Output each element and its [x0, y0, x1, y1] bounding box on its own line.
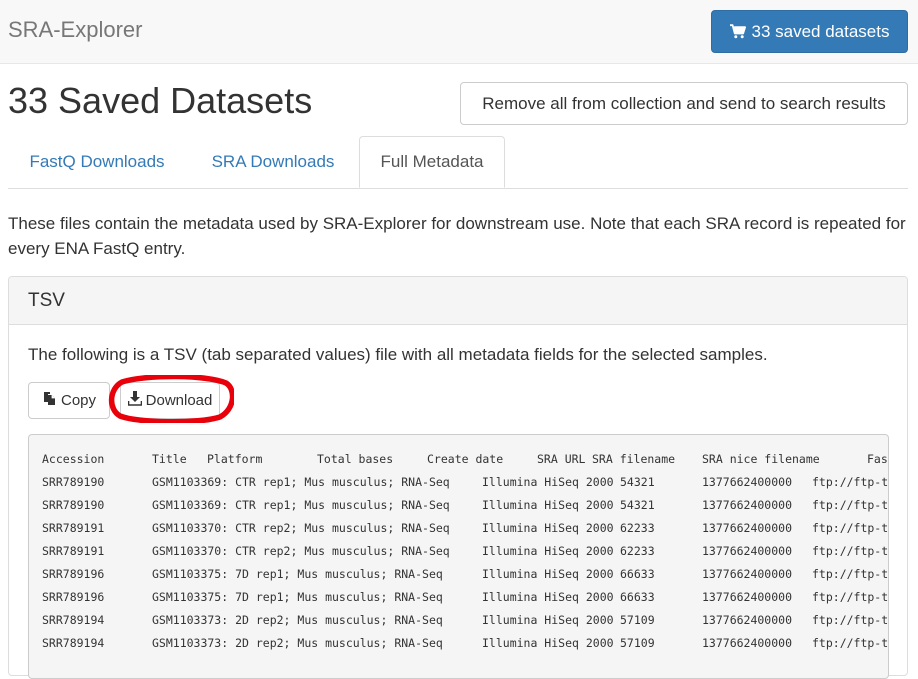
- tsv-cell: GSM1103369: CTR rep1; Mus musculus; RNA-…: [152, 475, 450, 489]
- tsv-panel-text: The following is a TSV (tab separated va…: [28, 345, 768, 364]
- tsv-cell: SRR789190: [42, 475, 105, 489]
- tsv-cell: SRR789196: [42, 590, 105, 604]
- tsv-col-sra-filename: SRA filename: [592, 452, 676, 466]
- tsv-col-title: Title: [152, 452, 187, 466]
- tsv-col-fastq: Fas: [867, 452, 888, 466]
- tsv-cell: ftp://ftp-t: [812, 544, 889, 558]
- tsv-cell: Illumina HiSeq 2000: [482, 498, 614, 512]
- tsv-cell: GSM1103370: CTR rep2; Mus musculus; RNA-…: [152, 544, 450, 558]
- tsv-cell: 1377662400000: [702, 590, 793, 604]
- tsv-cell: ftp://ftp-t: [812, 521, 889, 535]
- tsv-output[interactable]: Accession Title Platform Total bases Cre…: [28, 434, 889, 679]
- tab-full-metadata[interactable]: Full Metadata: [359, 136, 505, 188]
- tsv-cell: SRR789190: [42, 498, 105, 512]
- tab-sra-downloads[interactable]: SRA Downloads: [189, 136, 357, 187]
- brand-link[interactable]: SRA-Explorer: [8, 17, 142, 43]
- tsv-cell: Illumina HiSeq 2000: [482, 636, 614, 650]
- tsv-cell: ftp://ftp-t: [812, 636, 889, 650]
- tsv-cell: Illumina HiSeq 2000: [482, 613, 614, 627]
- tsv-cell: SRR789191: [42, 544, 105, 558]
- tsv-col-accession: Accession: [42, 452, 105, 466]
- copy-icon: [42, 391, 56, 410]
- tsv-cell: Illumina HiSeq 2000: [482, 590, 614, 604]
- tsv-cell: SRR789196: [42, 567, 105, 581]
- metadata-description: These files contain the metadata used by…: [8, 214, 906, 258]
- tab-fastq-downloads[interactable]: FastQ Downloads: [8, 136, 186, 187]
- tsv-cell: 54321: [620, 475, 655, 489]
- tsv-cell: 66633: [620, 590, 655, 604]
- copy-button-label: Copy: [60, 392, 97, 409]
- tsv-cell: 1377662400000: [702, 521, 793, 535]
- tsv-cell: Illumina HiSeq 2000: [482, 544, 614, 558]
- page-title: 33 Saved Datasets: [8, 80, 313, 121]
- tsv-col-total-bases: Total bases: [317, 452, 394, 466]
- tsv-panel-heading: TSV: [9, 277, 907, 325]
- tsv-cell: 57109: [620, 636, 655, 650]
- tsv-cell: 1377662400000: [702, 613, 793, 627]
- download-button[interactable]: Download: [120, 382, 220, 419]
- tsv-cell: GSM1103370: CTR rep2; Mus musculus; RNA-…: [152, 521, 450, 535]
- tab-bar: FastQ Downloads SRA Downloads Full Metad…: [8, 136, 908, 189]
- tsv-col-sra-url: SRA URL: [537, 452, 586, 466]
- tsv-cell: SRR789191: [42, 521, 105, 535]
- tsv-cell: Illumina HiSeq 2000: [482, 475, 614, 489]
- tsv-cell: GSM1103375: 7D rep1; Mus musculus; RNA-S…: [152, 567, 443, 581]
- tsv-col-sra-nice-filename: SRA nice filename: [702, 452, 820, 466]
- tsv-cell: 62233: [620, 521, 655, 535]
- download-icon: [127, 391, 142, 410]
- tsv-cell: 54321: [620, 498, 655, 512]
- tsv-cell: GSM1103369: CTR rep1; Mus musculus; RNA-…: [152, 498, 450, 512]
- tsv-cell: 62233: [620, 544, 655, 558]
- tsv-cell: ftp://ftp-t: [812, 498, 889, 512]
- tsv-cell: 66633: [620, 567, 655, 581]
- saved-datasets-button[interactable]: 33 saved datasets: [711, 10, 908, 53]
- tsv-cell: SRR789194: [42, 636, 105, 650]
- tsv-cell: Illumina HiSeq 2000: [482, 521, 614, 535]
- tsv-cell: 1377662400000: [702, 498, 793, 512]
- download-button-label: Download: [145, 392, 213, 409]
- tsv-col-platform: Platform: [207, 452, 263, 466]
- navbar: SRA-Explorer 33 saved datasets: [0, 0, 918, 64]
- tsv-cell: ftp://ftp-t: [812, 613, 889, 627]
- tsv-cell: 1377662400000: [702, 544, 793, 558]
- tsv-cell: 1377662400000: [702, 475, 793, 489]
- tsv-cell: ftp://ftp-t: [812, 475, 889, 489]
- tsv-cell: SRR789194: [42, 613, 105, 627]
- tsv-cell: GSM1103373: 2D rep2; Mus musculus; RNA-S…: [152, 613, 443, 627]
- saved-datasets-label: 33 saved datasets: [751, 21, 890, 41]
- tsv-cell: Illumina HiSeq 2000: [482, 567, 614, 581]
- tsv-col-create-date: Create date: [427, 452, 504, 466]
- tsv-cell: 1377662400000: [702, 567, 793, 581]
- shopping-cart-icon: [729, 24, 746, 39]
- copy-button[interactable]: Copy: [28, 382, 110, 419]
- tsv-cell: GSM1103373: 2D rep2; Mus musculus; RNA-S…: [152, 636, 443, 650]
- remove-all-button[interactable]: Remove all from collection and send to s…: [460, 82, 908, 125]
- tsv-cell: ftp://ftp-t: [812, 567, 889, 581]
- tsv-panel: TSV The following is a TSV (tab separate…: [8, 276, 908, 679]
- tsv-cell: 1377662400000: [702, 636, 793, 650]
- tsv-cell: 57109: [620, 613, 655, 627]
- tsv-cell: ftp://ftp-t: [812, 590, 889, 604]
- tsv-cell: GSM1103375: 7D rep1; Mus musculus; RNA-S…: [152, 590, 443, 604]
